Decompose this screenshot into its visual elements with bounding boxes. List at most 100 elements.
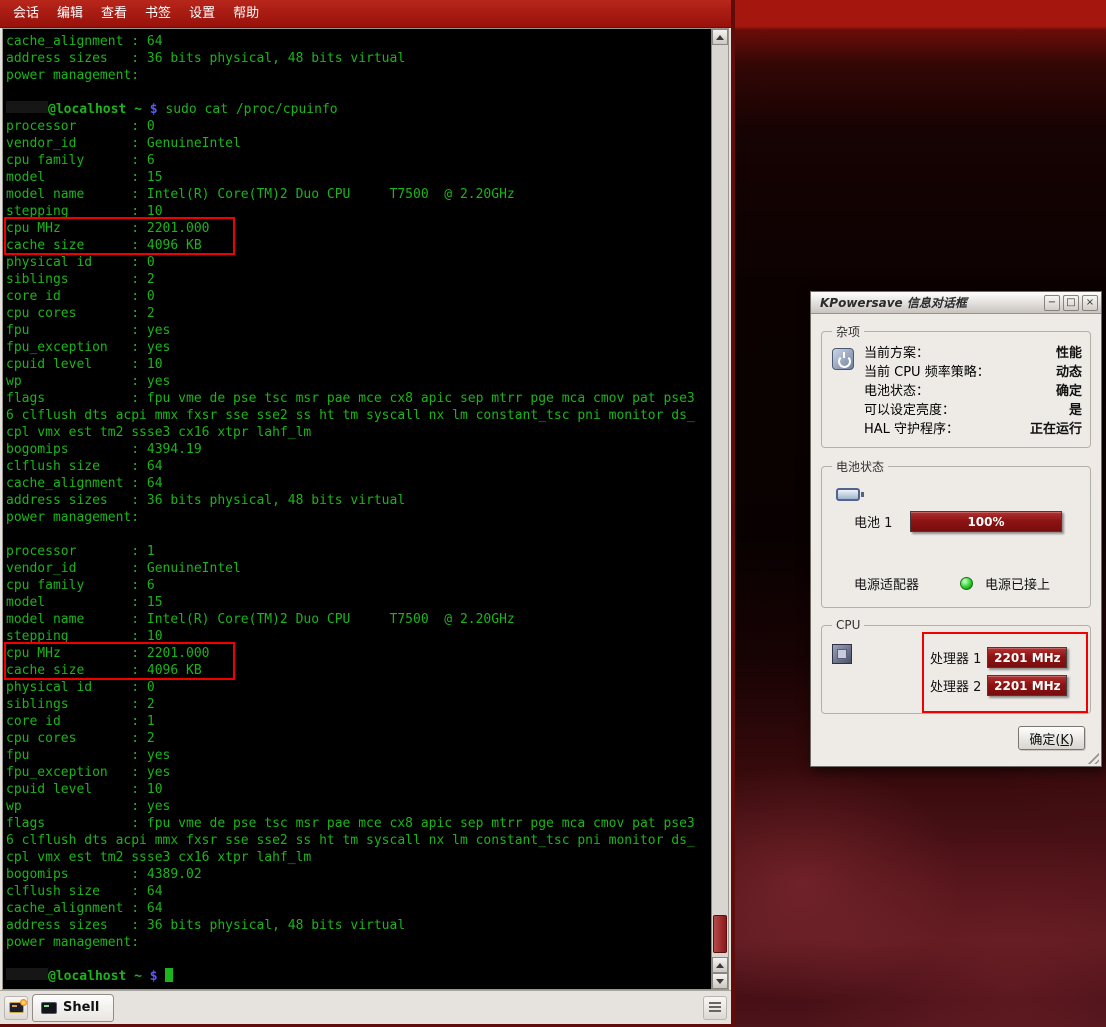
shell-tab-label: Shell	[63, 1000, 99, 1015]
minimize-button[interactable]: −	[1044, 295, 1060, 311]
cpu-frequency-bar: 2201 MHz	[987, 675, 1067, 696]
cpu-group-legend: CPU	[832, 618, 864, 632]
terminal-output-line: physical id : 0	[6, 679, 708, 696]
terminal-output-line: address sizes : 36 bits physical, 48 bit…	[6, 492, 708, 509]
scroll-up-button[interactable]	[712, 29, 728, 45]
terminal-output-line: cpu MHz : 2201.000	[6, 220, 708, 237]
ok-button[interactable]: 确定(K)	[1018, 726, 1085, 750]
terminal-output-line: physical id : 0	[6, 254, 708, 271]
ok-label: 确定(	[1029, 733, 1060, 748]
menu-item-help[interactable]: 帮助	[226, 0, 266, 28]
maximize-button[interactable]: □	[1063, 295, 1079, 311]
battery-label: 电池 1	[854, 512, 910, 531]
info-value: 正在运行	[1030, 420, 1082, 439]
prompt-symbol: $	[142, 969, 165, 984]
terminal-output-line: fpu_exception : yes	[6, 339, 708, 356]
battery-group: 电池状态 电池 1 100% 电源适配器 电源已接上	[821, 458, 1091, 608]
cpu-frequency-rows: 处理器 12201 MHz 处理器 22201 MHz	[930, 636, 1082, 705]
terminal-output-line: cpl vmx est tm2 ssse3 cx16 xtpr lahf_lm	[6, 424, 708, 441]
close-button[interactable]: ×	[1082, 295, 1098, 311]
terminal-output-line: 6 clflush dts acpi mmx fxsr sse sse2 ss …	[6, 407, 708, 424]
terminal-output-line: 6 clflush dts acpi mmx fxsr sse sse2 ss …	[6, 832, 708, 849]
battery-row: 电池 1 100%	[830, 511, 1082, 532]
terminal-output-line: flags : fpu vme de pse tsc msr pae mce c…	[6, 815, 708, 832]
terminal-output-line: bogomips : 4394.19	[6, 441, 708, 458]
terminal-output-line: stepping : 10	[6, 203, 708, 220]
session-list-icon	[709, 1002, 721, 1014]
scroll-up-button-bottom[interactable]	[712, 957, 728, 973]
dialog-titlebar[interactable]: KPowersave 信息对话框 −□×	[811, 292, 1101, 314]
info-label: 电池状态：	[864, 382, 929, 401]
info-value: 性能	[1056, 344, 1082, 363]
info-value: 是	[1069, 401, 1082, 420]
terminal-output-line: processor : 1	[6, 543, 708, 560]
cpu-row: 处理器 12201 MHz	[930, 647, 1082, 668]
info-row: 当前方案： 性能	[864, 344, 1082, 363]
menu-item-view[interactable]: 查看	[94, 0, 134, 28]
terminal-output-line: model name : Intel(R) Core(TM)2 Duo CPU …	[6, 611, 708, 628]
terminal-output-line: cache_alignment : 64	[6, 33, 708, 50]
adapter-row: 电源适配器 电源已接上	[830, 574, 1082, 593]
terminal-output-line: cache size : 4096 KB	[6, 237, 708, 254]
terminal-output-line: address sizes : 36 bits physical, 48 bit…	[6, 917, 708, 934]
terminal-output-line: cpu cores : 2	[6, 730, 708, 747]
prompt-command: sudo cat /proc/cpuinfo	[165, 102, 337, 117]
kpowersave-icon	[832, 348, 854, 370]
terminal-output-line: cpu cores : 2	[6, 305, 708, 322]
terminal-output-line: processor : 0	[6, 118, 708, 135]
terminal-scrollbar[interactable]	[711, 29, 728, 989]
terminal-output-line: siblings : 2	[6, 696, 708, 713]
misc-group-legend: 杂项	[832, 323, 864, 340]
terminal-output-line: siblings : 2	[6, 271, 708, 288]
terminal-blank-line	[6, 84, 708, 101]
terminal-screen[interactable]: cache_alignment : 64 address sizes : 36 b…	[2, 28, 729, 990]
terminal-output-line: core id : 0	[6, 288, 708, 305]
terminal-output-line: vendor_id : GenuineIntel	[6, 135, 708, 152]
menu-item-session[interactable]: 会话	[6, 0, 46, 28]
shell-tab[interactable]: Shell	[32, 994, 114, 1022]
info-row: HAL 守护程序：正在运行	[864, 420, 1082, 439]
terminal-output-line: clflush size : 64	[6, 458, 708, 475]
terminal-output-line: stepping : 10	[6, 628, 708, 645]
censored-username	[6, 101, 48, 113]
terminal-output-line: model name : Intel(R) Core(TM)2 Duo CPU …	[6, 186, 708, 203]
cpu-frequency-value: 2201 MHz	[994, 651, 1061, 665]
prompt-host: @localhost ~	[48, 969, 142, 984]
info-label: 可以设定亮度：	[864, 401, 955, 420]
cpu-row: 处理器 22201 MHz	[930, 675, 1082, 696]
new-session-button[interactable]	[4, 996, 28, 1020]
prompt-symbol: $	[142, 102, 165, 117]
terminal-output-line: core id : 1	[6, 713, 708, 730]
menu-item-edit[interactable]: 编辑	[50, 0, 90, 28]
info-label: 当前 CPU 频率策略：	[864, 363, 990, 382]
terminal-output-line: power management:	[6, 509, 708, 526]
terminal-output: cache_alignment : 64 address sizes : 36 b…	[6, 33, 708, 989]
info-value: 动态	[1056, 363, 1082, 382]
menu-item-settings[interactable]: 设置	[182, 0, 222, 28]
info-row: 当前 CPU 频率策略： 动态	[864, 363, 1082, 382]
cpu-group: CPU 处理器 12201 MHz 处理器 22201 MHz	[821, 618, 1091, 714]
battery-progressbar: 100%	[910, 511, 1062, 532]
info-value: 确定	[1056, 382, 1082, 401]
terminal-output-line: vendor_id : GenuineIntel	[6, 560, 708, 577]
prompt-host: @localhost ~	[48, 102, 142, 117]
info-label: 当前方案：	[864, 344, 929, 363]
terminal-output-line: clflush size : 64	[6, 883, 708, 900]
dialog-body: 杂项 当前方案： 性能当前 CPU 频率策略： 动态电池状态： 确定可以设定亮度： 是H…	[811, 314, 1101, 766]
terminal-menubar: 会话编辑查看书签设置帮助	[0, 0, 731, 28]
terminal-output-line: cpl vmx est tm2 ssse3 cx16 xtpr lahf_lm	[6, 849, 708, 866]
terminal-blank-line	[6, 951, 708, 968]
session-list-button[interactable]	[703, 996, 727, 1020]
terminal-prompt-line: @localhost ~ $ sudo cat /proc/cpuinfo	[6, 101, 708, 118]
scrollbar-thumb[interactable]	[713, 915, 727, 953]
power-led-icon	[960, 577, 973, 590]
terminal-output-line: flags : fpu vme de pse tsc msr pae mce c…	[6, 390, 708, 407]
terminal-output-line: bogomips : 4389.02	[6, 866, 708, 883]
kpowersave-dialog: KPowersave 信息对话框 −□× 杂项 当前方案：性能当前 CPU 频率…	[810, 291, 1102, 767]
cpu-frequency-highlight	[922, 632, 1088, 713]
menu-item-bookmarks[interactable]: 书签	[138, 0, 178, 28]
scroll-down-button[interactable]	[712, 973, 728, 989]
arrow-down-icon	[716, 979, 724, 984]
terminal-output-line: cpu family : 6	[6, 152, 708, 169]
terminal-output-line: cpu family : 6	[6, 577, 708, 594]
